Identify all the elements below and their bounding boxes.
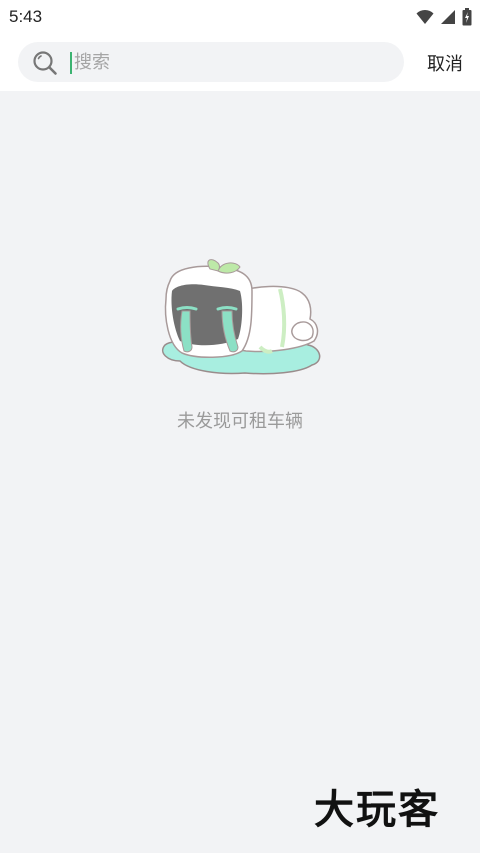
empty-state-message: 未发现可租车辆 (177, 411, 303, 432)
empty-state-illustration (161, 259, 321, 375)
text-cursor (70, 52, 72, 74)
signal-icon (441, 10, 455, 24)
wifi-icon (416, 9, 434, 24)
svg-text:大玩客: 大玩客 (314, 787, 440, 831)
watermark-logo: 大玩客 (314, 787, 440, 831)
search-header: 取消 (0, 34, 480, 91)
status-bar: 5:43 (0, 0, 480, 34)
search-box[interactable] (18, 42, 404, 82)
search-input[interactable] (74, 48, 384, 76)
cancel-button[interactable]: 取消 (427, 50, 463, 76)
status-icons (416, 7, 472, 27)
battery-icon (462, 8, 472, 26)
search-icon (33, 51, 57, 75)
status-time: 5:43 (9, 7, 43, 26)
